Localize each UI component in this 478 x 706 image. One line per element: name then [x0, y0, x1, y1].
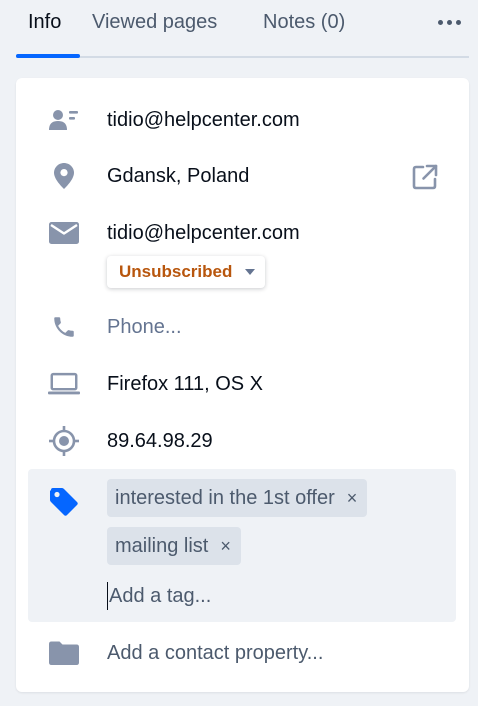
- email-value[interactable]: tidio@helpcenter.com: [107, 222, 300, 245]
- contact-email-value[interactable]: tidio@helpcenter.com: [107, 109, 300, 132]
- contact-card-icon: [48, 108, 80, 132]
- contact-row: tidio@helpcenter.com: [16, 100, 469, 140]
- folder-icon: [48, 641, 80, 665]
- remove-tag-button[interactable]: ×: [347, 489, 358, 507]
- subscription-status-dropdown[interactable]: Unsubscribed: [107, 256, 265, 288]
- ip-row: 89.64.98.29: [16, 421, 469, 461]
- envelope-icon: [48, 221, 80, 245]
- browser-row: Firefox 111, OS X: [16, 364, 469, 404]
- add-tag-input[interactable]: [107, 582, 359, 610]
- chevron-down-icon: [245, 269, 255, 275]
- active-tab-indicator: [16, 54, 80, 58]
- laptop-icon: [48, 372, 80, 396]
- location-value: Gdansk, Poland: [107, 165, 250, 187]
- tag-label: mailing list: [115, 534, 209, 557]
- browser-value: Firefox 111, OS X: [107, 373, 263, 395]
- phone-row: Phone...: [16, 307, 469, 347]
- phone-input[interactable]: Phone...: [107, 316, 182, 339]
- tag-chip: interested in the 1st offer ×: [107, 479, 368, 517]
- tab-info[interactable]: Info: [28, 11, 61, 34]
- tags-section: interested in the 1st offer × mailing li…: [28, 469, 456, 622]
- tag-icon: [48, 486, 80, 523]
- tab-notes[interactable]: Notes (0): [263, 11, 345, 34]
- add-contact-property-button[interactable]: Add a contact property...: [107, 642, 323, 665]
- tag-label: interested in the 1st offer: [115, 486, 335, 509]
- contact-details-card: tidio@helpcenter.com Gdansk, Poland tidi…: [16, 78, 469, 692]
- location-pin-icon: [48, 163, 80, 189]
- add-property-row[interactable]: Add a contact property...: [16, 633, 469, 673]
- tab-bar: Info Viewed pages Notes (0): [16, 0, 469, 58]
- remove-tag-button[interactable]: ×: [220, 537, 231, 555]
- more-horizontal-icon[interactable]: [435, 8, 463, 36]
- phone-icon: [48, 315, 80, 339]
- open-external-icon[interactable]: [411, 163, 439, 191]
- location-row: Gdansk, Poland: [16, 156, 469, 196]
- email-row: tidio@helpcenter.com: [16, 213, 469, 253]
- tag-chip: mailing list ×: [107, 527, 241, 565]
- tab-viewed-pages[interactable]: Viewed pages: [92, 11, 217, 34]
- ip-address-value: 89.64.98.29: [107, 430, 213, 452]
- subscription-status-label: Unsubscribed: [119, 262, 233, 281]
- target-icon: [48, 426, 80, 456]
